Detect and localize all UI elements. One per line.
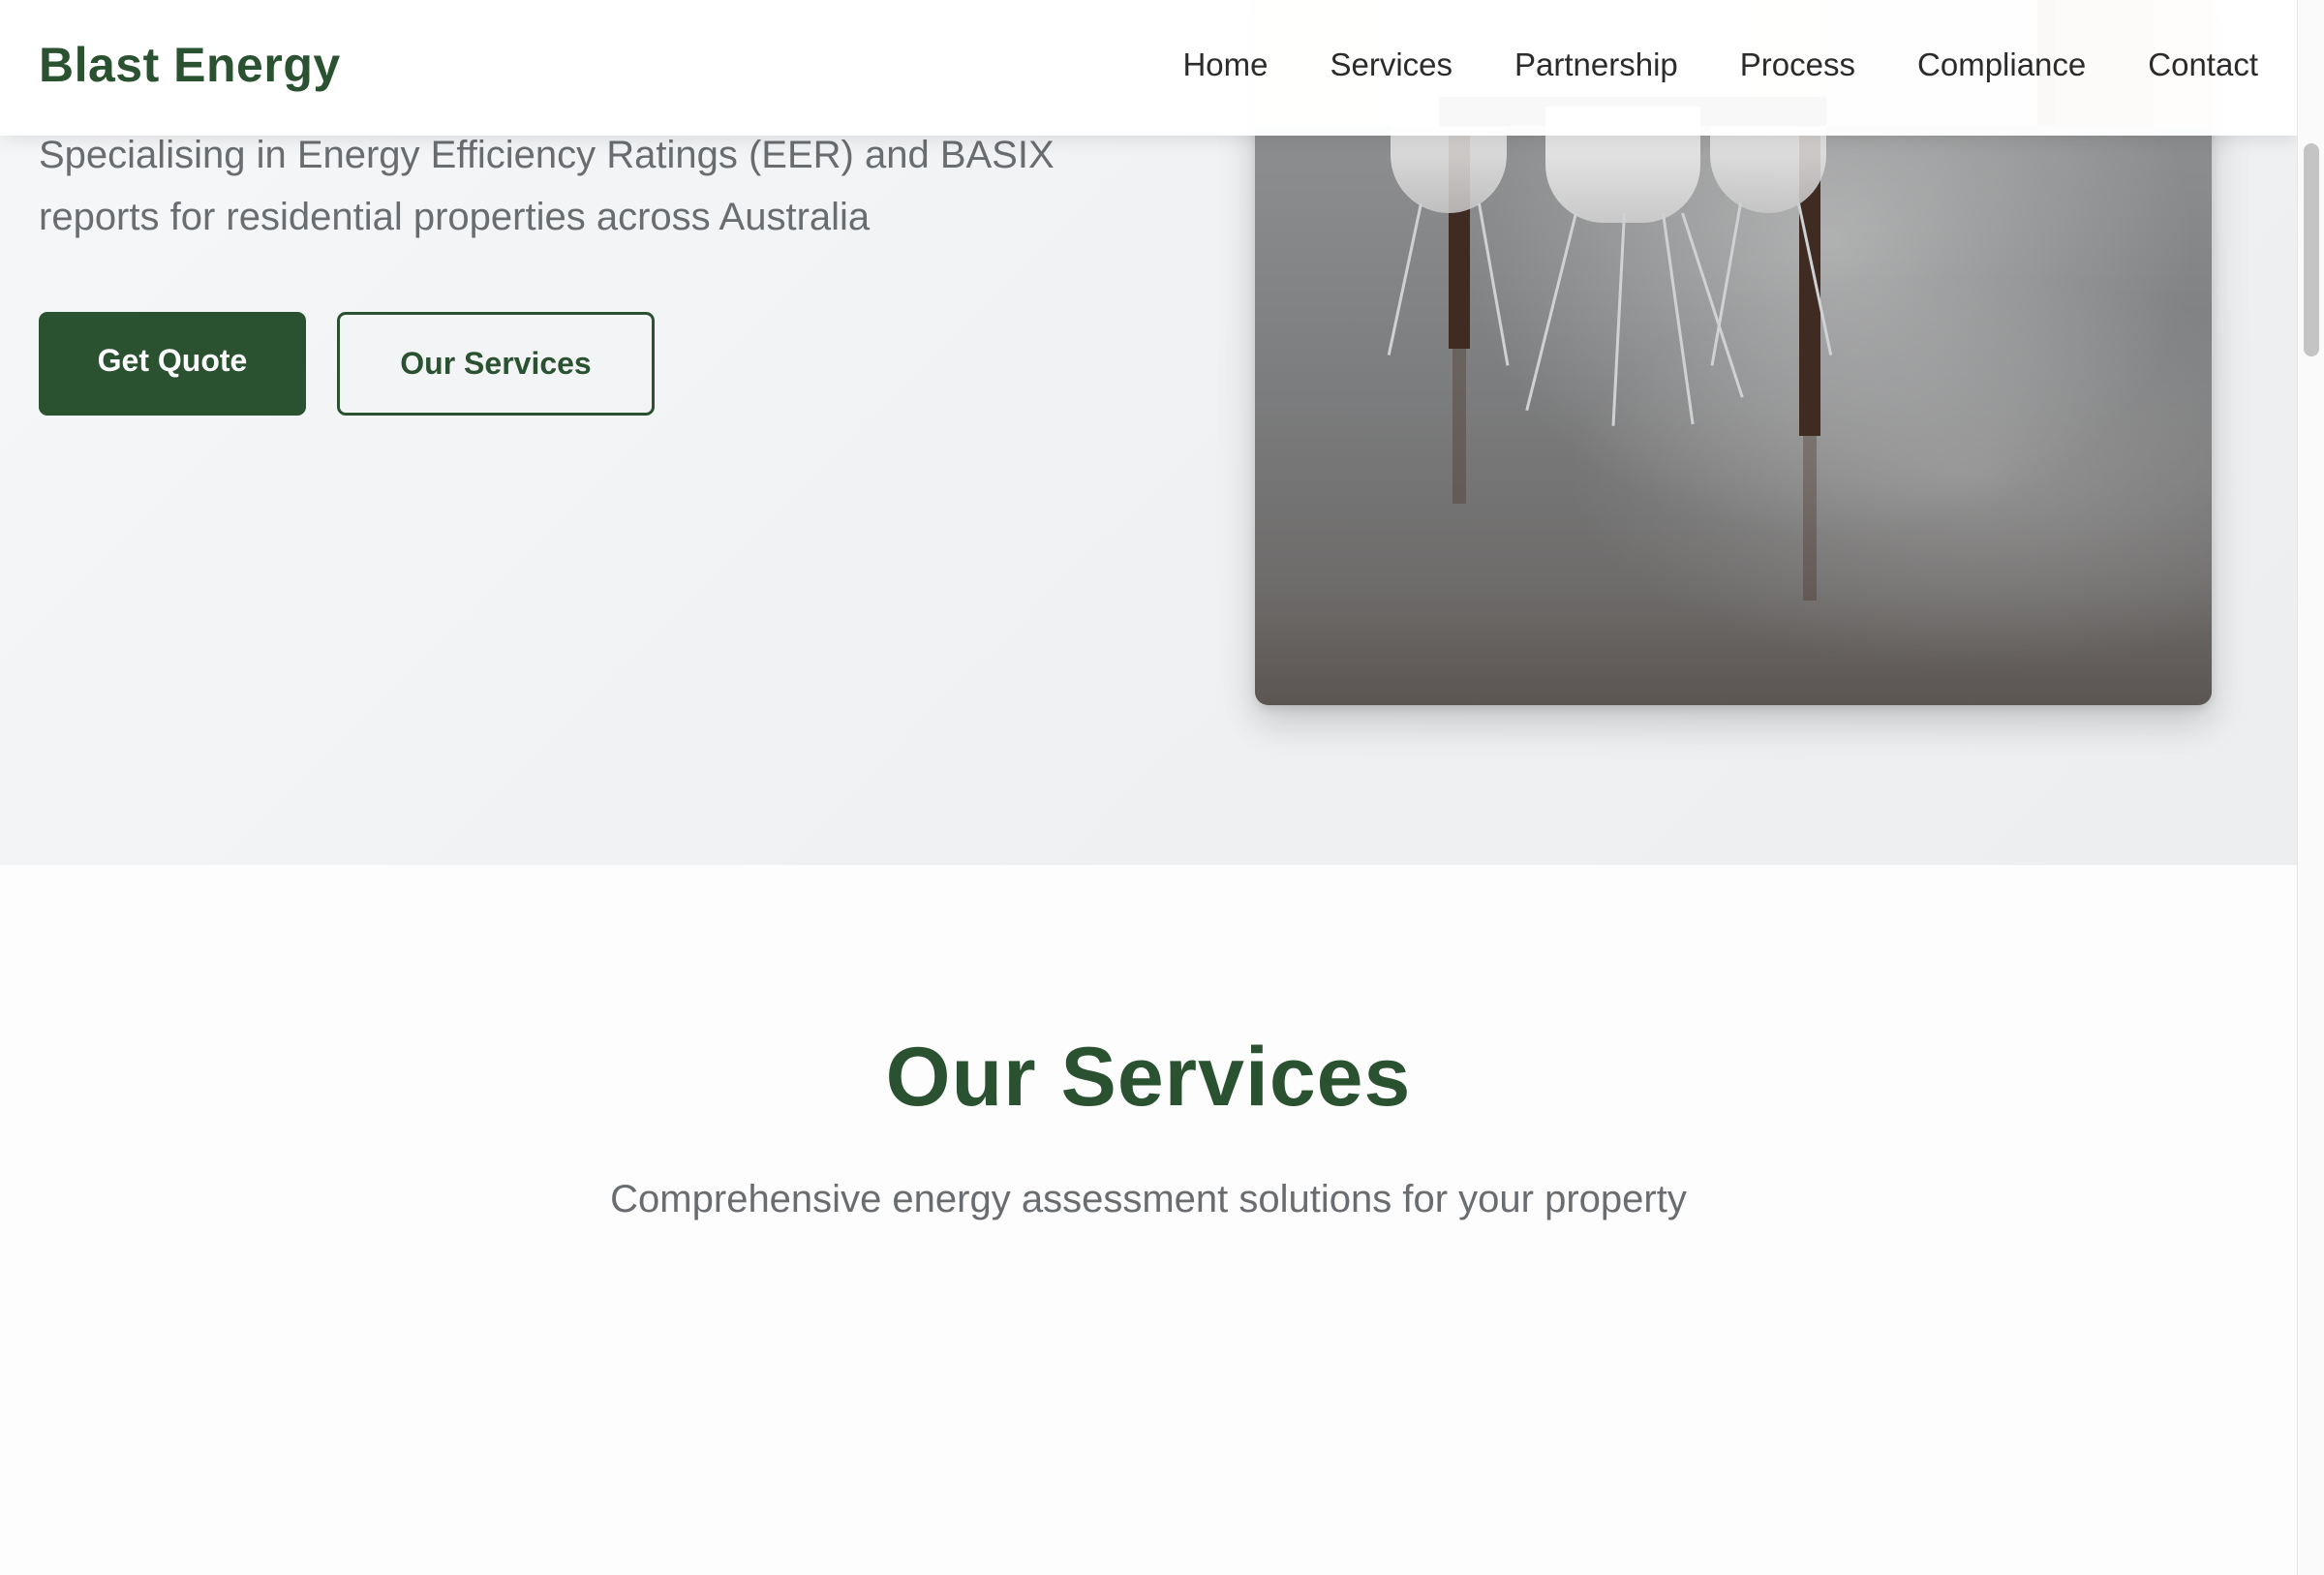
main-nav: Home Services Partnership Process Compli… — [1182, 46, 2258, 83]
services-section: Our Services Comprehensive energy assess… — [0, 865, 2297, 1575]
photo-polished-concrete-floor — [1255, 126, 2212, 705]
scrollbar-thumb[interactable] — [2304, 143, 2319, 356]
brand-logo[interactable]: Blast Energy — [39, 37, 341, 93]
photo-leg-reflection — [1452, 349, 1466, 504]
nav-partnership[interactable]: Partnership — [1514, 46, 1678, 83]
photo-leg-reflection — [1803, 436, 1817, 601]
vertical-scrollbar[interactable] — [2297, 0, 2324, 1575]
nav-compliance[interactable]: Compliance — [1917, 46, 2086, 83]
services-heading: Our Services — [885, 1031, 1412, 1124]
nav-home[interactable]: Home — [1182, 46, 1268, 83]
our-services-button[interactable]: Our Services — [337, 312, 655, 416]
hero-subtitle: Specialising in Energy Efficiency Rating… — [39, 134, 1055, 238]
page: Specialising in Energy Efficiency Rating… — [0, 0, 2297, 1575]
site-header: Blast Energy Home Services Partnership P… — [0, 0, 2297, 136]
nav-process[interactable]: Process — [1740, 46, 1855, 83]
nav-contact[interactable]: Contact — [2148, 46, 2258, 83]
services-subheading: Comprehensive energy assessment solution… — [610, 1178, 1687, 1220]
nav-services[interactable]: Services — [1330, 46, 1452, 83]
get-quote-button[interactable]: Get Quote — [39, 312, 306, 416]
